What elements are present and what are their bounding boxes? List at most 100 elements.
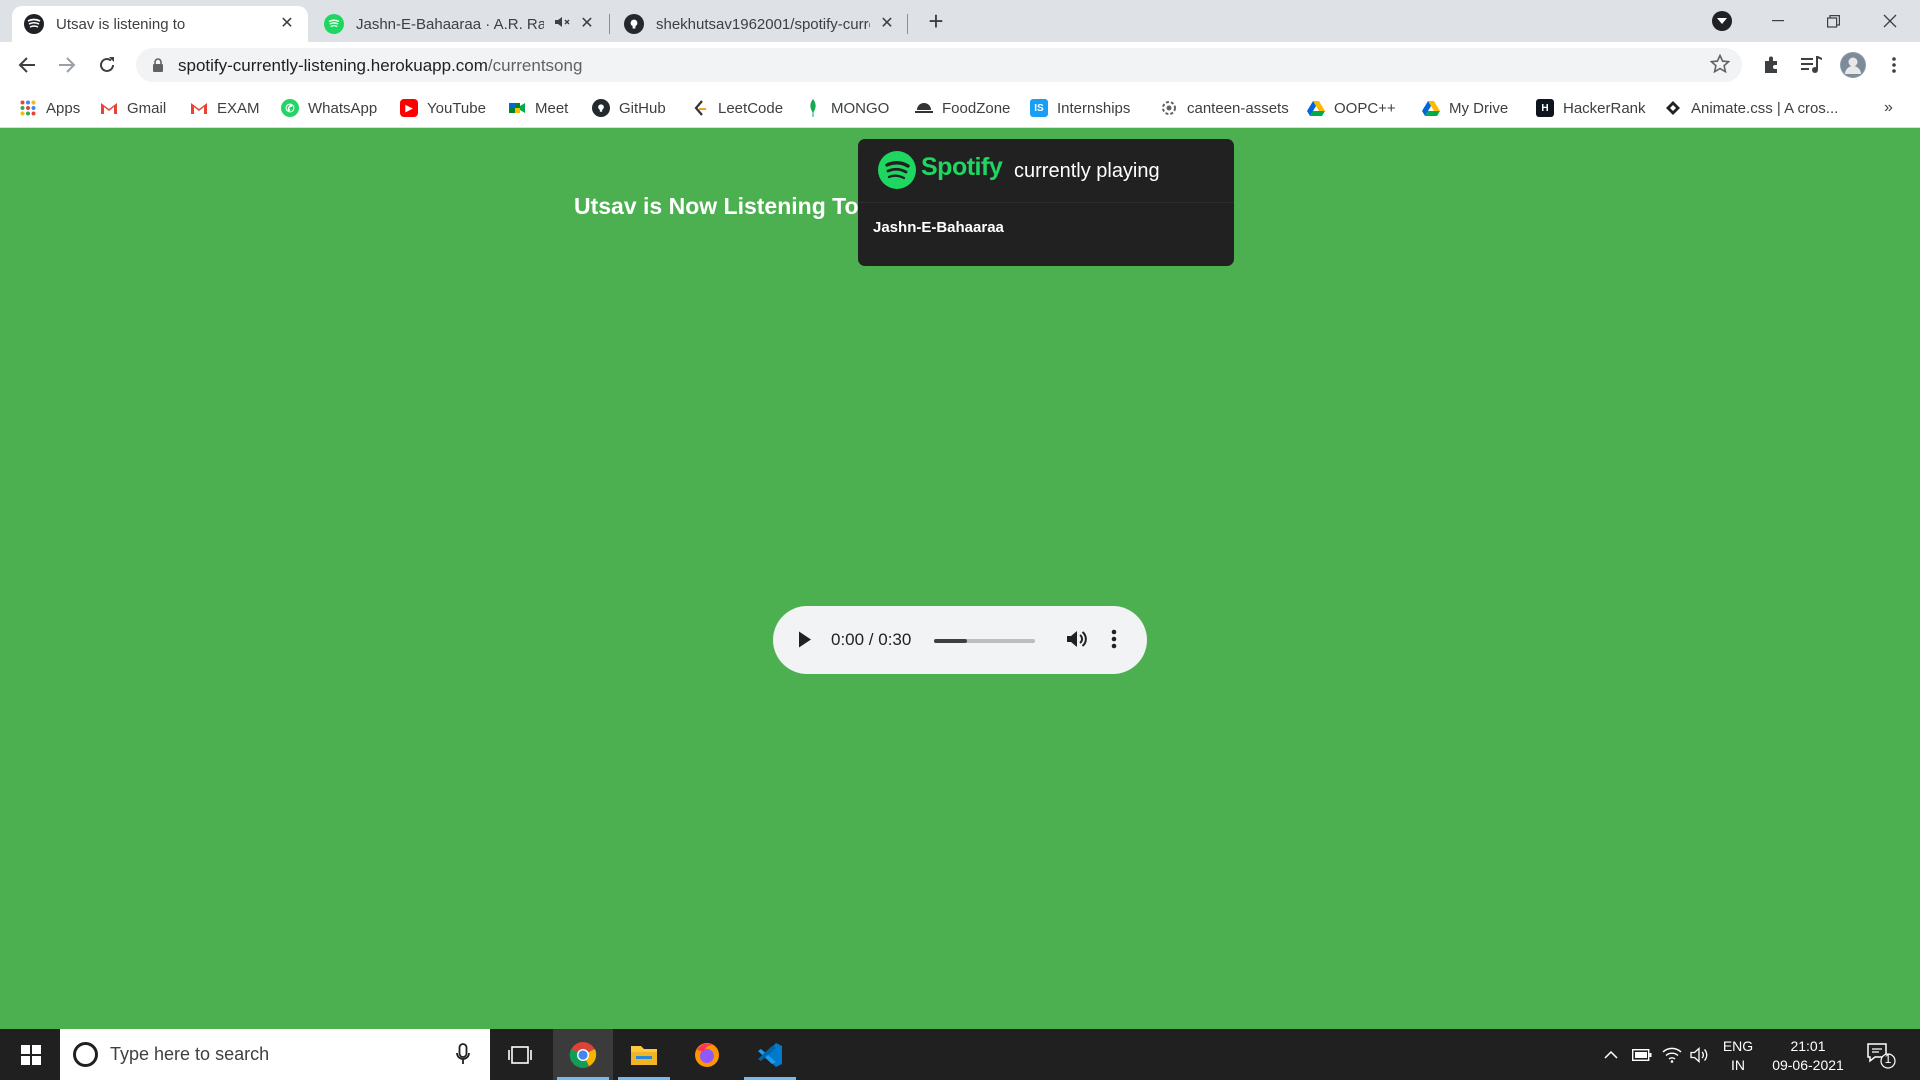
taskbar-search-box[interactable]: Type here to search xyxy=(60,1029,490,1080)
bookmark-label: FoodZone xyxy=(942,99,1011,117)
url-text[interactable]: spotify-currently-listening.herokuapp.co… xyxy=(178,56,582,76)
bookmark-label: Meet xyxy=(535,99,569,117)
bookmark-label: GitHub xyxy=(619,99,666,117)
close-window-button[interactable] xyxy=(1862,0,1918,42)
windows-logo-icon xyxy=(21,1044,41,1065)
song-title: Jashn-E-Bahaaraa xyxy=(873,219,1004,236)
spotify-tab-icon xyxy=(24,14,44,34)
chrome-icon xyxy=(569,1041,597,1068)
bookmark-github[interactable]: GitHub xyxy=(592,98,666,118)
start-button[interactable] xyxy=(10,1029,52,1080)
bookmark-gmail[interactable]: Gmail xyxy=(100,98,166,118)
clock-time: 21:01 xyxy=(1790,1038,1826,1054)
new-tab-button[interactable]: + xyxy=(922,8,950,36)
tab-jashn-e-bahaaraa[interactable]: Jashn-E-Bahaaraa · A.R. Rahman ✕ xyxy=(312,6,608,42)
close-icon xyxy=(1883,14,1897,28)
bookmark-apps[interactable]: Apps xyxy=(19,98,80,118)
speaker-muted-icon[interactable] xyxy=(554,15,570,33)
input-language-indicator[interactable]: ENG IN xyxy=(1718,1037,1758,1075)
network-button[interactable] xyxy=(1660,1029,1684,1080)
clock-date: 09-06-2021 xyxy=(1772,1057,1844,1073)
close-tab-icon[interactable]: ✕ xyxy=(878,15,896,33)
firefox-icon xyxy=(695,1042,719,1067)
taskbar-file-explorer[interactable] xyxy=(614,1029,674,1080)
bookmark-label: EXAM xyxy=(217,99,260,117)
tab-separator xyxy=(609,14,610,34)
bookmark-my-drive[interactable]: My Drive xyxy=(1422,98,1508,118)
seek-bar[interactable] xyxy=(934,639,1035,643)
taskbar-clock[interactable]: 21:01 09-06-2021 xyxy=(1758,1037,1858,1075)
bookmark-exam[interactable]: EXAM xyxy=(190,98,260,118)
bookmark-youtube[interactable]: ▶ YouTube xyxy=(400,98,486,118)
spotify-wordmark: Spotify xyxy=(921,153,1003,181)
github-tab-icon xyxy=(624,14,644,34)
chevron-up-icon xyxy=(1604,1050,1618,1059)
bookmark-star-icon[interactable] xyxy=(1710,54,1730,74)
bookmark-foodzone[interactable]: FoodZone xyxy=(915,98,1010,118)
more-options-icon[interactable] xyxy=(1111,628,1117,650)
browser-toolbar: spotify-currently-listening.herokuapp.co… xyxy=(0,42,1920,88)
github-icon xyxy=(592,99,610,117)
bookmark-oopc[interactable]: OOPC++ xyxy=(1307,98,1396,118)
seek-bar-fill xyxy=(934,639,968,643)
bookmark-mongo[interactable]: MONGO xyxy=(804,98,889,118)
apps-grid-icon xyxy=(19,99,37,117)
spotify-logo-icon xyxy=(878,151,916,189)
lock-icon[interactable] xyxy=(152,58,164,72)
close-tab-icon[interactable]: ✕ xyxy=(278,15,296,33)
bookmark-label: Internships xyxy=(1057,99,1131,117)
bookmark-label: LeetCode xyxy=(718,99,784,117)
card-header: Spotify currently playing xyxy=(858,139,1234,203)
tab-title: Utsav is listening to xyxy=(56,15,186,33)
back-button[interactable] xyxy=(13,51,41,79)
tab-github-repo[interactable]: shekhutsav1962001/spotify-currently-list… xyxy=(612,6,908,42)
media-controls-button[interactable] xyxy=(1800,53,1824,77)
profile-avatar[interactable] xyxy=(1840,52,1866,78)
page-heading: Utsav is Now Listening To xyxy=(574,193,859,219)
bookmark-canteen-assets[interactable]: canteen-assets xyxy=(1160,98,1289,118)
bookmark-internships[interactable]: IS Internships xyxy=(1030,98,1130,118)
action-center-button[interactable]: 1 xyxy=(1866,1041,1896,1074)
browser-menu-button[interactable] xyxy=(1882,53,1906,77)
avatar-icon xyxy=(1841,53,1865,77)
address-bar[interactable]: spotify-currently-listening.herokuapp.co… xyxy=(136,48,1742,82)
tab-utsav-listening[interactable]: Utsav is listening to ✕ xyxy=(12,6,308,42)
tab-title: shekhutsav1962001/spotify-currently-list… xyxy=(656,15,870,33)
bookmark-animate-css[interactable]: Animate.css | A cros... xyxy=(1664,98,1838,118)
bookmark-label: canteen-assets xyxy=(1187,99,1289,117)
forward-button[interactable] xyxy=(53,51,81,79)
taskbar-firefox[interactable] xyxy=(677,1029,737,1080)
bookmarks-overflow-chevron-icon[interactable]: » xyxy=(1884,98,1893,118)
volume-button[interactable] xyxy=(1688,1029,1712,1080)
bookmark-hackerrank[interactable]: H HackerRank xyxy=(1536,98,1646,118)
animate-css-icon xyxy=(1664,99,1682,117)
spotify-tab-icon xyxy=(324,14,344,34)
taskbar-vscode[interactable] xyxy=(740,1029,800,1080)
playlist-icon xyxy=(1801,56,1822,73)
battery-button[interactable] xyxy=(1630,1029,1654,1080)
bookmark-leetcode[interactable]: LeetCode xyxy=(691,98,783,118)
show-hidden-icons-button[interactable] xyxy=(1600,1029,1622,1080)
bookmark-whatsapp[interactable]: ✆ WhatsApp xyxy=(281,98,377,118)
bookmark-label: Animate.css | A cros... xyxy=(1691,99,1839,117)
close-tab-icon[interactable]: ✕ xyxy=(578,15,596,33)
cortana-circle-icon xyxy=(73,1042,98,1067)
extensions-button[interactable] xyxy=(1760,53,1784,77)
reload-button[interactable] xyxy=(93,51,121,79)
task-view-button[interactable] xyxy=(490,1029,550,1080)
taskbar-chrome[interactable] xyxy=(553,1029,613,1080)
bookmark-label: YouTube xyxy=(427,99,486,117)
play-icon[interactable] xyxy=(797,630,813,649)
tab-search-button[interactable] xyxy=(1712,11,1732,31)
bookmark-meet[interactable]: Meet xyxy=(508,98,568,118)
restore-button[interactable] xyxy=(1805,0,1861,42)
audio-player[interactable]: 0:00 / 0:30 xyxy=(773,606,1147,674)
volume-icon[interactable] xyxy=(1065,628,1087,650)
minimize-button[interactable] xyxy=(1750,0,1806,42)
leetcode-icon xyxy=(691,99,709,117)
windows-taskbar: Type here to search ENG IN 21:01 09-06-2… xyxy=(0,1029,1920,1080)
now-playing-card: Spotify currently playing Jashn-E-Bahaar… xyxy=(858,139,1234,266)
tab-strip: Utsav is listening to ✕ Jashn-E-Bahaaraa… xyxy=(0,0,1920,42)
microphone-icon[interactable] xyxy=(456,1043,470,1065)
region-code: IN xyxy=(1731,1057,1745,1073)
